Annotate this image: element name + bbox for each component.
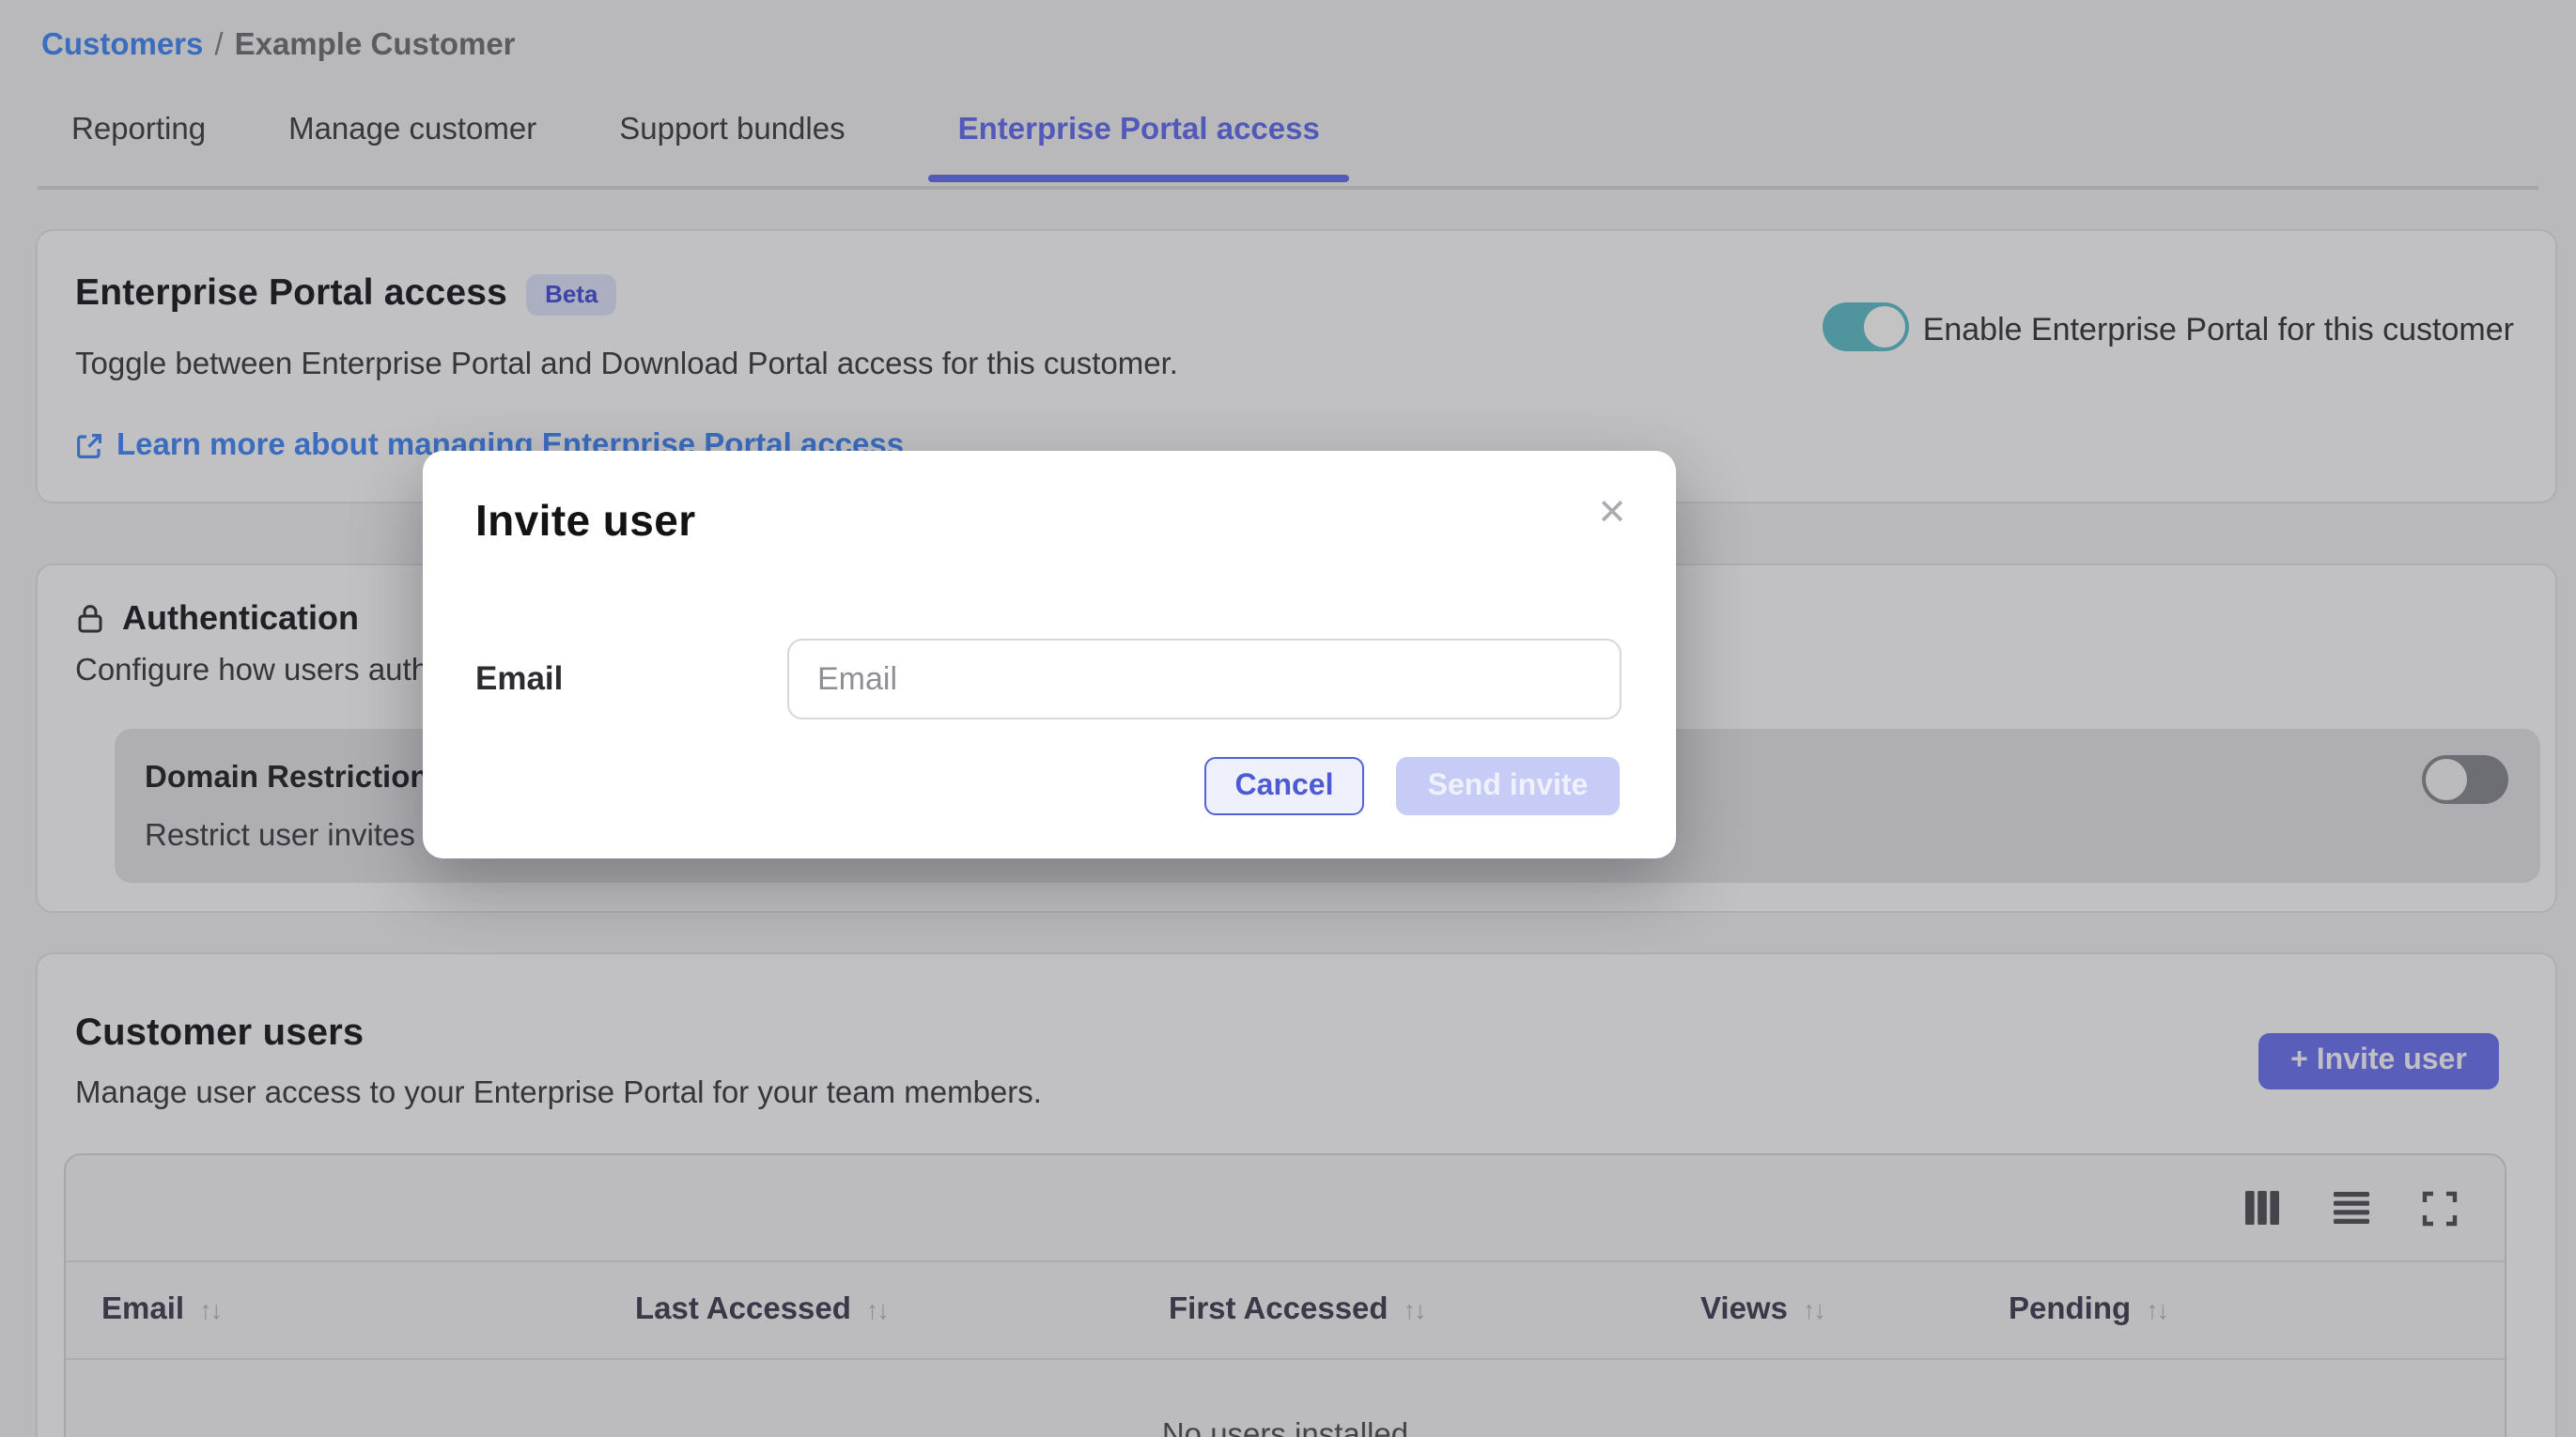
close-icon[interactable]: ✕ <box>1597 496 1627 532</box>
cancel-button[interactable]: Cancel <box>1204 757 1364 815</box>
app-window: Customers/Example Customer Reporting Man… <box>0 0 2576 1437</box>
modal-title: Invite user <box>475 496 696 547</box>
email-field[interactable] <box>787 639 1622 719</box>
email-label: Email <box>475 659 563 699</box>
send-invite-button[interactable]: Send invite <box>1396 757 1620 815</box>
modal-actions: Cancel Send invite <box>1204 757 1620 815</box>
invite-user-modal: Invite user ✕ Email Cancel Send invite <box>423 451 1676 858</box>
